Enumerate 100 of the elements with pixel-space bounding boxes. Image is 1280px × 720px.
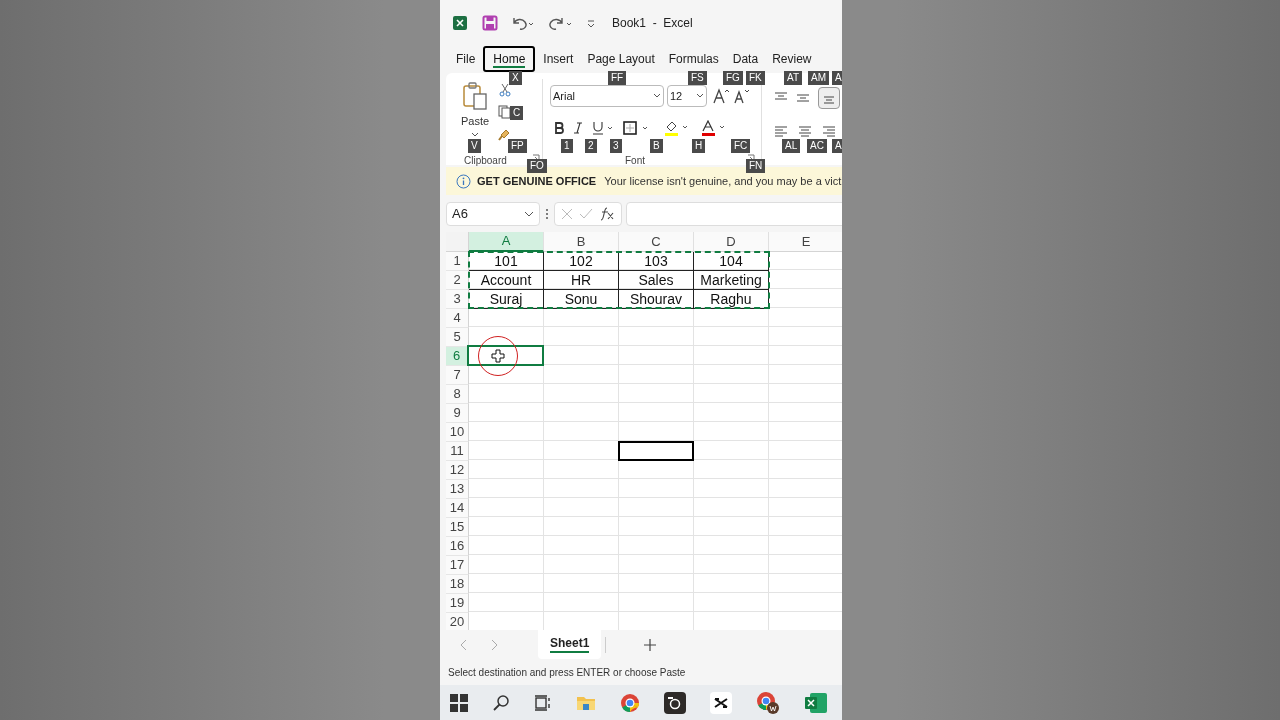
- ribbon-tab[interactable]: Review: [766, 46, 818, 72]
- font-name-dropdown[interactable]: Arial: [550, 85, 664, 107]
- format-painter-icon[interactable]: [498, 127, 512, 141]
- row-header[interactable]: 19: [446, 594, 469, 613]
- insert-function-icon[interactable]: [599, 207, 615, 221]
- more-icon[interactable]: [544, 208, 550, 220]
- row-header[interactable]: 5: [446, 328, 469, 347]
- row-header[interactable]: 10: [446, 423, 469, 442]
- dialog-launcher-icon[interactable]: [747, 154, 755, 162]
- task-view-icon[interactable]: [534, 693, 552, 712]
- row-header[interactable]: 11: [446, 442, 469, 461]
- customize-toolbar-icon[interactable]: [586, 17, 596, 28]
- table-cell: HR: [544, 271, 619, 290]
- selected-cell-border[interactable]: [467, 345, 544, 366]
- keytip: FP: [508, 139, 527, 153]
- formula-input[interactable]: [626, 202, 842, 226]
- keytip: B: [650, 139, 663, 153]
- copy-icon[interactable]: [498, 105, 512, 119]
- row-header[interactable]: 15: [446, 518, 469, 537]
- info-icon: [456, 173, 471, 189]
- row-header[interactable]: 13: [446, 480, 469, 499]
- row-header[interactable]: 6: [446, 347, 469, 366]
- search-icon[interactable]: [492, 693, 510, 712]
- column-header[interactable]: B: [544, 232, 619, 252]
- add-sheet-icon[interactable]: [644, 638, 657, 651]
- keytip: 3: [610, 139, 622, 153]
- chrome-icon[interactable]: [620, 692, 640, 713]
- underline-icon[interactable]: [592, 121, 614, 135]
- keytip: FF: [608, 71, 627, 85]
- keytip: FK: [746, 71, 765, 85]
- row-header[interactable]: 16: [446, 537, 469, 556]
- font-color-icon[interactable]: [701, 120, 727, 136]
- fill-color-icon[interactable]: [664, 120, 690, 136]
- decrease-font-size-icon[interactable]: [733, 88, 751, 104]
- paste-icon[interactable]: [460, 81, 490, 111]
- keytip: A: [832, 71, 842, 85]
- row-header[interactable]: 12: [446, 461, 469, 480]
- keytip: AL: [782, 139, 801, 153]
- column-header[interactable]: A: [469, 232, 544, 252]
- align-middle-icon[interactable]: [796, 92, 810, 104]
- editor-app-icon[interactable]: [710, 691, 732, 714]
- row-header[interactable]: 9: [446, 404, 469, 423]
- cut-icon[interactable]: [498, 83, 512, 97]
- caret-icon[interactable]: [471, 131, 479, 138]
- group-label: Font: [625, 156, 645, 166]
- caret-icon: [696, 93, 704, 99]
- keytip: AT: [784, 71, 803, 85]
- save-icon[interactable]: [482, 14, 498, 31]
- start-icon[interactable]: [450, 693, 468, 712]
- column-header[interactable]: D: [694, 232, 769, 252]
- align-right-icon[interactable]: [822, 126, 836, 138]
- row-header[interactable]: 17: [446, 556, 469, 575]
- keytip: C: [510, 106, 524, 120]
- ribbon-tab[interactable]: File: [450, 46, 482, 72]
- keytip: A: [832, 139, 842, 153]
- keytip: AM: [808, 71, 829, 85]
- keytip: FN: [746, 159, 766, 173]
- paste-label[interactable]: Paste: [460, 113, 490, 130]
- ribbon-tab[interactable]: Page Layout: [581, 46, 661, 72]
- increase-font-size-icon[interactable]: [712, 88, 730, 104]
- keytip: V: [468, 139, 481, 153]
- chrome-profile-icon[interactable]: [756, 690, 780, 715]
- row-header[interactable]: 7: [446, 366, 469, 385]
- italic-icon[interactable]: [573, 122, 583, 134]
- keytip: FC: [731, 139, 751, 153]
- cell-cursor-icon: [491, 349, 505, 363]
- row-header[interactable]: 4: [446, 309, 469, 328]
- camera-app-icon[interactable]: [664, 691, 686, 714]
- excel-icon[interactable]: [804, 691, 828, 714]
- keytip: 2: [585, 139, 597, 153]
- row-header[interactable]: 2: [446, 271, 469, 290]
- keytip: X: [509, 71, 522, 85]
- message-title: GET GENUINE OFFICE: [477, 173, 597, 189]
- window-title: Book1 - Excel: [612, 14, 693, 32]
- bold-icon[interactable]: [554, 122, 564, 134]
- align-left-icon[interactable]: [774, 126, 788, 138]
- dialog-launcher-icon[interactable]: [532, 154, 540, 162]
- name-box[interactable]: A6: [446, 202, 540, 226]
- align-center-icon[interactable]: [798, 126, 812, 138]
- group-label: Clipboard: [464, 156, 507, 166]
- row-header[interactable]: 20: [446, 613, 469, 630]
- keytip: 1: [561, 139, 573, 153]
- caret-icon: [653, 93, 661, 99]
- keytip: H: [692, 139, 706, 153]
- row-header[interactable]: 3: [446, 290, 469, 309]
- row-header[interactable]: 8: [446, 385, 469, 404]
- align-bottom-button[interactable]: [818, 87, 840, 109]
- keytip: FS: [688, 71, 707, 85]
- sheet-tab[interactable]: Sheet1: [538, 630, 602, 659]
- table-cell: Sales: [619, 271, 694, 290]
- row-header[interactable]: 14: [446, 499, 469, 518]
- row-header[interactable]: 18: [446, 575, 469, 594]
- status-text: Select destination and press ENTER or choose Paste: [448, 665, 686, 680]
- ribbon-tab[interactable]: Insert: [537, 46, 580, 72]
- column-header[interactable]: C: [619, 232, 694, 252]
- ribbon-tab[interactable]: Formulas: [662, 46, 725, 72]
- row-header[interactable]: 1: [446, 252, 469, 271]
- ribbon-tab[interactable]: Data: [726, 46, 765, 72]
- column-header[interactable]: E: [769, 232, 842, 252]
- caret-icon: [524, 211, 534, 217]
